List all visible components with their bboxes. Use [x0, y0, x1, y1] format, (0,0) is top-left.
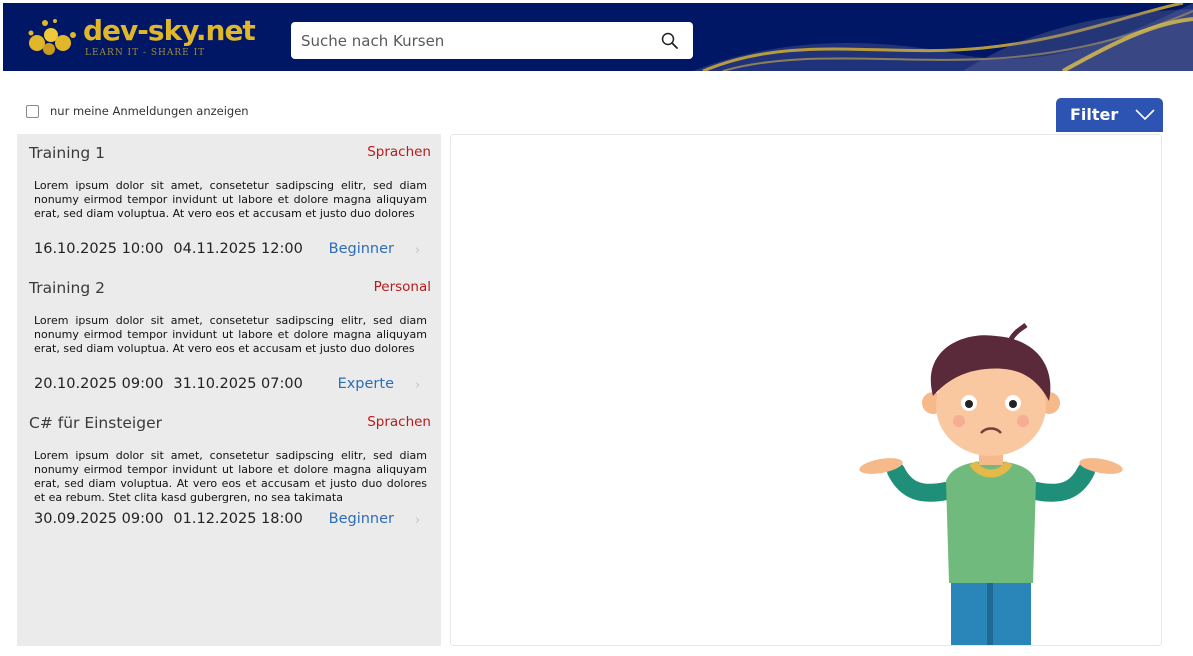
course-title: Training 2	[29, 279, 105, 297]
course-start: 30.09.2025 09:00	[34, 511, 164, 527]
course-dates: 20.10.2025 09:00 31.10.2025 07:00	[34, 376, 303, 392]
course-category: Sprachen	[367, 144, 431, 160]
course-title: C# für Einsteiger	[29, 414, 162, 432]
course-card[interactable]: Training 2 Personal Lorem ipsum dolor si…	[17, 269, 441, 404]
course-description: Lorem ipsum dolor sit amet, consetetur s…	[34, 314, 427, 355]
only-my-registrations-label[interactable]: nur meine Anmeldungen anzeigen	[50, 104, 249, 118]
search-box	[291, 22, 693, 59]
course-level: Beginner	[328, 241, 394, 257]
only-my-registrations-checkbox[interactable]	[26, 105, 39, 118]
course-card[interactable]: C# für Einsteiger Sprachen Lorem ipsum d…	[17, 404, 441, 539]
course-dates: 30.09.2025 09:00 01.12.2025 18:00	[34, 511, 303, 527]
chevron-right-icon: ›	[415, 378, 421, 393]
logo-mark-icon	[28, 19, 76, 55]
course-dates: 16.10.2025 10:00 04.11.2025 12:00	[34, 241, 303, 257]
filter-button-label: Filter	[1070, 105, 1119, 124]
course-start: 20.10.2025 09:00	[34, 376, 164, 392]
search-icon[interactable]	[660, 31, 680, 51]
chevron-right-icon: ›	[415, 243, 421, 258]
chevron-right-icon: ›	[415, 513, 421, 528]
course-end: 01.12.2025 18:00	[173, 511, 303, 527]
course-end: 31.10.2025 07:00	[173, 376, 303, 392]
course-detail-panel	[450, 134, 1162, 646]
course-level: Experte	[337, 376, 394, 392]
course-description: Lorem ipsum dolor sit amet, consetetur s…	[34, 449, 427, 504]
course-level: Beginner	[328, 511, 394, 527]
app-header: dev-sky.net LEARN IT - SHARE IT	[3, 3, 1193, 71]
course-start: 16.10.2025 10:00	[34, 241, 164, 257]
course-card[interactable]: Training 1 Sprachen Lorem ipsum dolor si…	[17, 134, 441, 269]
logo-tagline: LEARN IT - SHARE IT	[85, 48, 206, 58]
course-category: Personal	[373, 279, 431, 295]
logo-text: dev-sky.net	[83, 14, 256, 47]
course-title: Training 1	[29, 144, 105, 162]
search-input[interactable]	[291, 22, 651, 59]
course-description: Lorem ipsum dolor sit amet, consetetur s…	[34, 179, 427, 220]
course-list: Training 1 Sprachen Lorem ipsum dolor si…	[17, 134, 441, 646]
course-end: 04.11.2025 12:00	[173, 241, 303, 257]
filter-button[interactable]: Filter	[1056, 98, 1163, 132]
chevron-down-icon	[1135, 109, 1155, 121]
confused-person-illustration	[859, 323, 1123, 645]
logo[interactable]: dev-sky.net LEARN IT - SHARE IT	[23, 13, 268, 63]
course-category: Sprachen	[367, 414, 431, 430]
